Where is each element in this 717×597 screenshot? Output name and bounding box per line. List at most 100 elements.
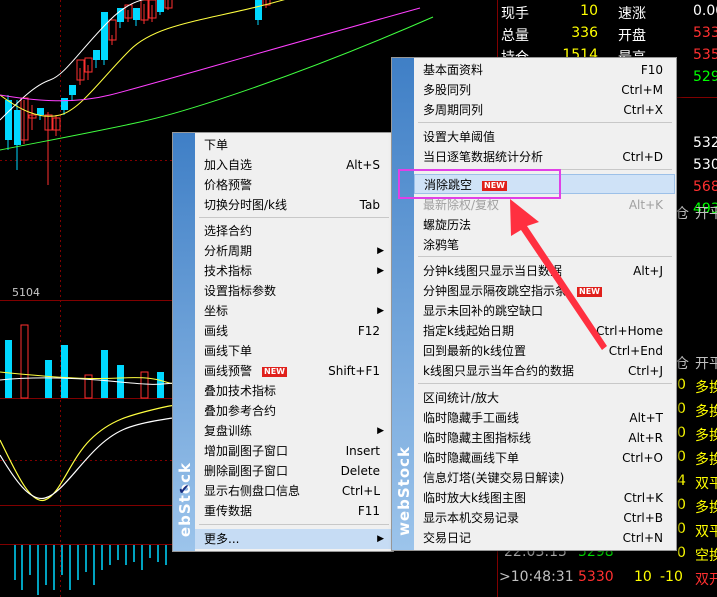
tick-oi-change: 4 bbox=[677, 473, 686, 489]
menu-item-menu-right-18[interactable]: 临时隐藏画线下单 Ctrl+O bbox=[414, 448, 675, 468]
menu-item-menu-right-19[interactable]: 信息灯塔(关键交易日解读) bbox=[414, 468, 675, 488]
menu-item-menu-right-0[interactable]: 基本面资料 F10 bbox=[414, 60, 675, 80]
menu-item-menu-left-3[interactable]: 切换分时图/k线 Tab bbox=[195, 195, 392, 215]
menu-item-menu-left-18[interactable]: 重传数据 F11 bbox=[195, 501, 392, 521]
quote-row: 总量 336 开盘 533 bbox=[498, 23, 717, 45]
menu-item-menu-right-7[interactable]: 螺旋历法 bbox=[414, 215, 675, 235]
tick-time: >10:48:31 bbox=[499, 569, 574, 585]
menu-item-menu-right-9[interactable]: 分钟k线图只显示当日数据 Alt+J bbox=[414, 261, 675, 281]
menu-item-menu-left-11[interactable]: 画线预警 NEW Shift+F1 bbox=[195, 361, 392, 381]
menu-item-shortcut: Ctrl+B bbox=[623, 511, 663, 525]
new-badge: NEW bbox=[577, 287, 602, 297]
volume-bar bbox=[61, 345, 68, 398]
menu-item-menu-left-4[interactable]: 选择合约 bbox=[195, 221, 392, 241]
volume-bar bbox=[20, 324, 29, 399]
menu-item-menu-right-20[interactable]: 临时放大k线图主图 Ctrl+K bbox=[414, 488, 675, 508]
menu-item-menu-left-12[interactable]: 叠加技术指标 bbox=[195, 381, 392, 401]
menu-item-label: 交易日记 bbox=[423, 531, 472, 545]
menu-separator bbox=[418, 256, 672, 257]
menu-item-menu-left-17[interactable]: 显示右侧盘口信息 Ctrl+L ✔ bbox=[178, 481, 392, 501]
tick-oi-change: 0 bbox=[677, 401, 686, 417]
menu-item-label: 显示未回补的跳空缺口 bbox=[423, 304, 544, 318]
submenu-brand-strip: webStock bbox=[392, 58, 414, 550]
submenu-arrow-icon: ▶ bbox=[377, 426, 384, 436]
menu-item-shortcut: Ctrl+J bbox=[628, 364, 663, 378]
highlight-box-annotation bbox=[398, 169, 561, 199]
menu-separator bbox=[199, 524, 389, 525]
volume-bars bbox=[5, 324, 164, 399]
context-menu: ebStock 下单 加入自选 Alt+S 价格预警 切换分时图/k线 Tab 选择合约 分析… bbox=[172, 132, 394, 552]
menu-item-menu-right-22[interactable]: 交易日记 Ctrl+N bbox=[414, 528, 675, 548]
menu-item-label: 设置大单阈值 bbox=[423, 130, 496, 144]
header-oi: 仓 bbox=[675, 206, 689, 222]
menu-item-menu-left-6[interactable]: 技术指标 ▶ bbox=[195, 261, 392, 281]
menu-item-menu-left-2[interactable]: 价格预警 bbox=[195, 175, 392, 195]
menu-item-shortcut: Ctrl+L bbox=[341, 484, 380, 498]
menu-item-shortcut: Ctrl+End bbox=[608, 344, 663, 358]
menu-item-shortcut: F11 bbox=[357, 504, 380, 518]
menu-item-menu-right-14[interactable]: k线图只显示当年合约的数据 Ctrl+J bbox=[414, 361, 675, 381]
quote-value: 336 bbox=[571, 25, 598, 41]
menu-item-label: 分钟k线图只显示当日数据 bbox=[423, 264, 562, 278]
menu-item-menu-right-17[interactable]: 临时隐藏主图指标线 Alt+R bbox=[414, 428, 675, 448]
menu-item-menu-left-10[interactable]: 画线下单 bbox=[195, 341, 392, 361]
menu-item-menu-right-3[interactable]: 设置大单阈值 bbox=[414, 127, 675, 147]
tick-type: 多换 bbox=[695, 428, 717, 444]
menu-item-label: 信息灯塔(关键交易日解读) bbox=[423, 471, 565, 485]
ma-line-4 bbox=[0, 16, 434, 151]
menu-item-shortcut: Insert bbox=[345, 444, 380, 458]
tick-type: 双平 bbox=[695, 524, 717, 540]
menu-item-label: 选择合约 bbox=[204, 224, 253, 238]
menu-item-menu-left-5[interactable]: 分析周期 ▶ bbox=[195, 241, 392, 261]
quote-label: 总量 bbox=[501, 28, 529, 44]
menu-item-menu-right-8[interactable]: 涂鸦笔 bbox=[414, 235, 675, 255]
menu-item-menu-right-4[interactable]: 当日逐笔数据统计分析 Ctrl+D bbox=[414, 147, 675, 167]
menu-item-menu-left-8[interactable]: 坐标 ▶ bbox=[195, 301, 392, 321]
tick-type: 多换 bbox=[695, 380, 717, 396]
menu-item-menu-right-13[interactable]: 回到最新的k线位置 Ctrl+End bbox=[414, 341, 675, 361]
menu-item-menu-left-16[interactable]: 删除副图子窗口 Delete bbox=[195, 461, 392, 481]
menu-item-label: 多股同列 bbox=[423, 83, 472, 97]
menu-item-label: 技术指标 bbox=[204, 264, 253, 278]
menu-item-menu-right-16[interactable]: 临时隐藏手工画线 Alt+T bbox=[414, 408, 675, 428]
quote-label-2: 开盘 bbox=[618, 28, 646, 44]
menu-item-menu-right-1[interactable]: 多股同列 Ctrl+M bbox=[414, 80, 675, 100]
moving-average-lines bbox=[0, 0, 434, 151]
menu-item-shortcut: Alt+J bbox=[633, 264, 663, 278]
quote-value-2: 0.00 bbox=[693, 3, 717, 19]
tick-oi-change: -10 bbox=[660, 569, 683, 585]
submenu-arrow-icon: ▶ bbox=[377, 266, 384, 276]
menu-item-menu-left-15[interactable]: 增加副图子窗口 Insert bbox=[195, 441, 392, 461]
menu-item-menu-left-13[interactable]: 叠加参考合约 bbox=[195, 401, 392, 421]
menu-item-menu-right-12[interactable]: 指定k线起始日期 Ctrl+Home bbox=[414, 321, 675, 341]
tick-type: 双平 bbox=[695, 476, 717, 492]
quote-row: 现手 10 速涨 0.00 bbox=[498, 1, 717, 23]
menu-item-menu-right-2[interactable]: 多周期同列 Ctrl+X bbox=[414, 100, 675, 120]
menu-item-menu-left-14[interactable]: 复盘训练 ▶ bbox=[195, 421, 392, 441]
menu-item-menu-left-1[interactable]: 加入自选 Alt+S bbox=[195, 155, 392, 175]
candle-body bbox=[93, 50, 100, 60]
menu-item-menu-left-9[interactable]: 画线 F12 bbox=[195, 321, 392, 341]
menu-item-label: 临时放大k线图主图 bbox=[423, 491, 526, 505]
menu-item-menu-right-10[interactable]: 分钟图显示隔夜跳空指示条 NEW bbox=[414, 281, 675, 301]
menu-item-menu-left-19[interactable]: 更多... ▶ bbox=[195, 529, 392, 549]
quote-value-2: 533 bbox=[693, 25, 717, 41]
new-badge: NEW bbox=[262, 367, 287, 377]
menu-item-label: 删除副图子窗口 bbox=[204, 464, 289, 478]
tick-oi-change: 0 bbox=[677, 521, 686, 537]
tick-oi-change: 0 bbox=[677, 377, 686, 393]
menu-item-menu-left-0[interactable]: 下单 bbox=[195, 135, 392, 155]
menu-item-shortcut: Ctrl+Home bbox=[596, 324, 663, 338]
menu-item-menu-left-7[interactable]: 设置指标参数 bbox=[195, 281, 392, 301]
menu-item-menu-right-15[interactable]: 区间统计/放大 bbox=[414, 388, 675, 408]
candle-body bbox=[14, 110, 21, 145]
menu-item-label: 画线下单 bbox=[204, 344, 253, 358]
tick-oi-change: 0 bbox=[677, 449, 686, 465]
menu-item-shortcut: Alt+R bbox=[628, 431, 663, 445]
tick-type: 多换 bbox=[695, 500, 717, 516]
menu-item-label: 重传数据 bbox=[204, 504, 253, 518]
menu-item-menu-right-21[interactable]: 显示本机交易记录 Ctrl+B bbox=[414, 508, 675, 528]
more-submenu: webStock 基本面资料 F10 多股同列 Ctrl+M 多周期同列 Ctrl+X 设置… bbox=[391, 57, 677, 551]
menu-item-label: 区间统计/放大 bbox=[423, 391, 500, 405]
menu-item-menu-right-11[interactable]: 显示未回补的跳空缺口 bbox=[414, 301, 675, 321]
